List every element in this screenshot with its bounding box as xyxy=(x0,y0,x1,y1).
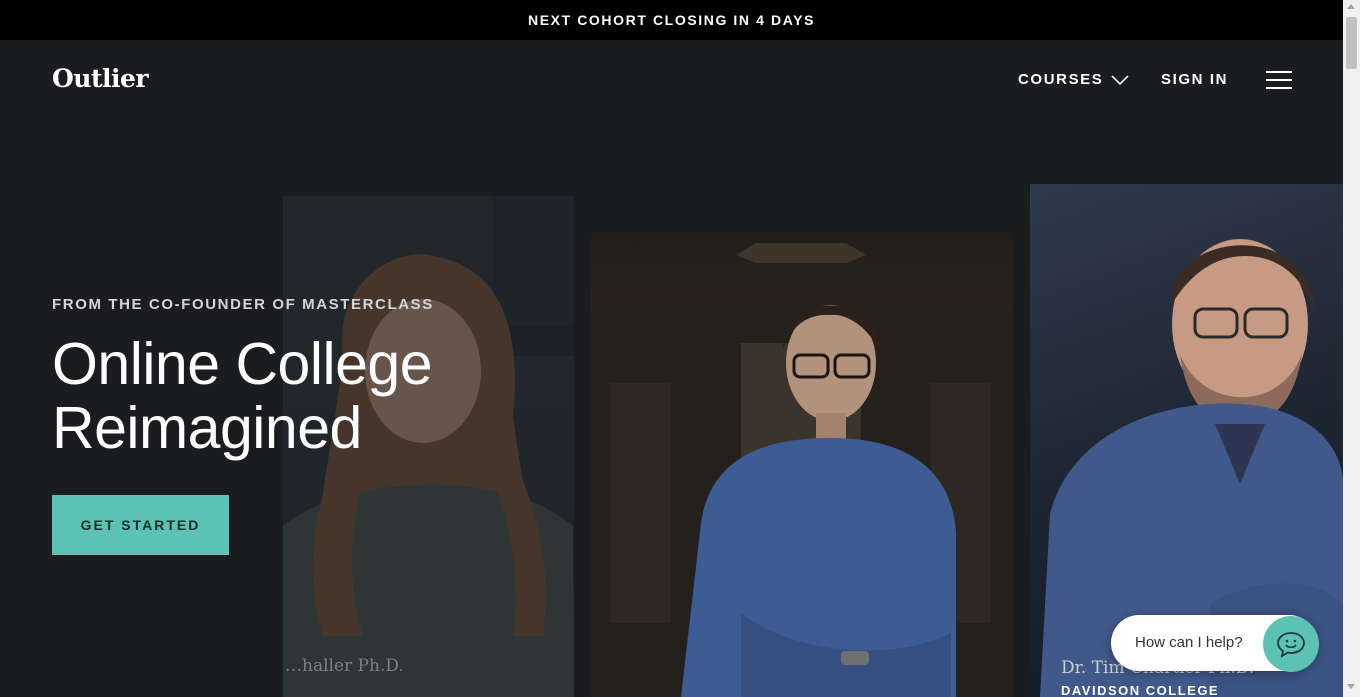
instructor-1-name: …haller Ph.D. xyxy=(285,656,404,676)
scrollbar-thumb[interactable] xyxy=(1346,17,1357,69)
instructor-3-school: DAVIDSON COLLEGE xyxy=(1061,683,1220,697)
announcement-text: NEXT COHORT CLOSING IN 4 DAYS xyxy=(527,12,816,28)
chat-widget[interactable]: How can I help? xyxy=(1111,615,1319,672)
page-scrollbar[interactable] xyxy=(1343,0,1360,697)
chat-open-button[interactable] xyxy=(1263,616,1319,672)
get-started-button[interactable]: GET STARTED xyxy=(52,495,229,555)
site-logo[interactable]: Outlier xyxy=(52,64,149,93)
courses-label: COURSES xyxy=(1018,71,1104,88)
announcement-bar: NEXT COHORT CLOSING IN 4 DAYS xyxy=(0,0,1343,40)
sign-in-link[interactable]: SIGN IN xyxy=(1161,71,1228,88)
courses-menu-button[interactable]: COURSES xyxy=(1018,71,1129,88)
scroll-down-arrow-icon[interactable] xyxy=(1347,684,1355,689)
instructor-photo-2 xyxy=(591,233,1013,697)
hamburger-menu-icon[interactable] xyxy=(1266,71,1292,89)
chevron-down-icon xyxy=(1111,74,1129,85)
chat-bubble-icon xyxy=(1277,632,1305,658)
man-portrait-image xyxy=(591,243,1013,697)
chat-prompt[interactable]: How can I help? xyxy=(1135,634,1243,651)
hero-title-line-2: Reimagined xyxy=(52,395,362,461)
hero-eyebrow: FROM THE CO-FOUNDER OF MASTERCLASS xyxy=(52,296,434,313)
top-navigation: Outlier COURSES SIGN IN xyxy=(0,40,1343,122)
scroll-up-arrow-icon[interactable] xyxy=(1347,4,1355,9)
hero-title-line-1: Online College xyxy=(52,331,433,397)
hero-title: Online College Reimagined xyxy=(52,332,482,460)
